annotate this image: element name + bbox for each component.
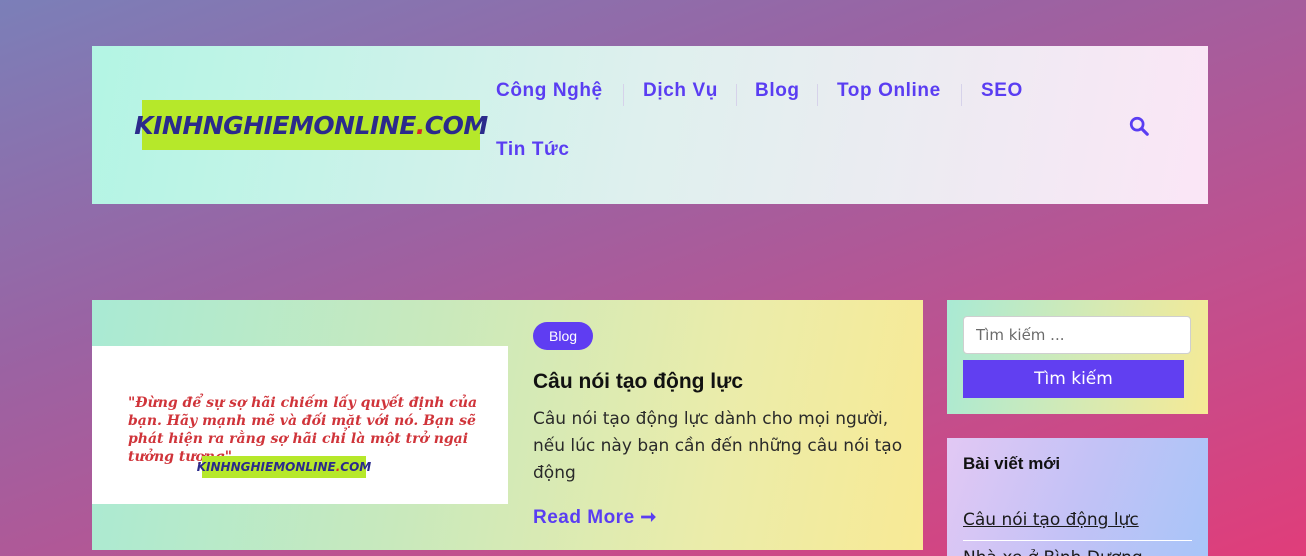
- site-header: KINHNGHIEMONLINE.COM Công Nghệ Dịch Vụ B…: [92, 46, 1208, 204]
- nav-divider: [736, 84, 737, 106]
- nav-item-dich-vu[interactable]: Dịch Vụ: [643, 80, 718, 102]
- post-title[interactable]: Câu nói tạo động lực: [533, 370, 743, 394]
- logo-text: KINHNGHIEMONLINE.COM: [134, 110, 488, 140]
- recent-post-link[interactable]: Câu nói tạo động lực: [963, 510, 1192, 530]
- thumbnail-logo: KINHNGHIEMONLINE.COM: [197, 456, 371, 478]
- post-card: "Đừng để sự sợ hãi chiếm lấy quyết định …: [92, 300, 923, 550]
- recent-posts-widget: Bài viết mới Câu nói tạo động lực Nhà xe…: [947, 438, 1208, 556]
- nav-item-blog[interactable]: Blog: [755, 80, 800, 102]
- sidebar-search-widget: Tìm kiếm: [947, 300, 1208, 414]
- nav-item-cong-nghe[interactable]: Công Nghệ: [496, 80, 603, 102]
- read-more-link[interactable]: Read More ➞: [533, 506, 657, 529]
- search-button[interactable]: Tìm kiếm: [963, 360, 1184, 398]
- nav-divider: [623, 84, 624, 106]
- site-logo[interactable]: KINHNGHIEMONLINE.COM: [134, 100, 488, 150]
- search-input[interactable]: [963, 316, 1191, 354]
- search-icon[interactable]: [1128, 115, 1150, 137]
- category-badge[interactable]: Blog: [533, 322, 594, 350]
- divider: [963, 540, 1192, 541]
- recent-posts-title: Bài viết mới: [963, 454, 1061, 473]
- nav-divider: [961, 84, 962, 106]
- nav-item-seo[interactable]: SEO: [981, 80, 1023, 102]
- post-thumbnail[interactable]: "Đừng để sự sợ hãi chiếm lấy quyết định …: [92, 346, 508, 504]
- post-excerpt: Câu nói tạo động lực dành cho mọi người,…: [533, 409, 903, 483]
- nav-item-top-online[interactable]: Top Online: [837, 80, 941, 102]
- nav-divider: [817, 84, 818, 106]
- recent-post-link[interactable]: Nhà xe ở Bình Dương: [963, 548, 1192, 556]
- nav-item-tin-tuc[interactable]: Tin Tức: [496, 139, 570, 161]
